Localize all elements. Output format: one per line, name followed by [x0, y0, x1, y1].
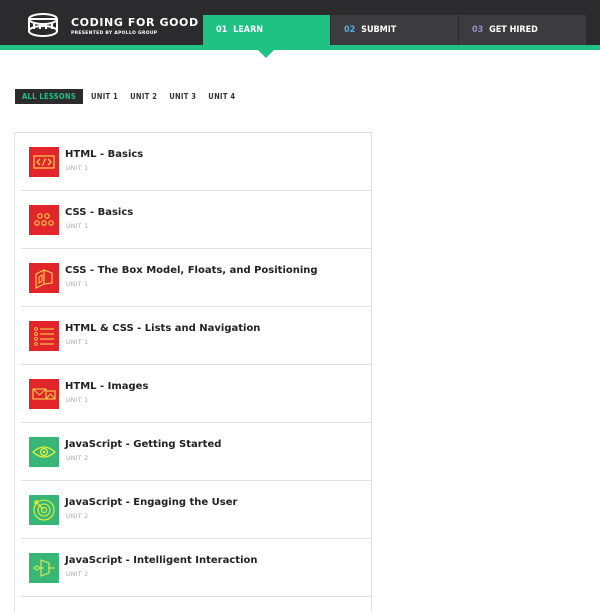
- lesson-item[interactable]: JavaScript - Intelligent Interaction UNI…: [21, 539, 371, 597]
- lesson-item[interactable]: JavaScript - Getting Started UNIT 2: [21, 423, 371, 481]
- filter-unit-2[interactable]: UNIT 2: [124, 89, 163, 104]
- lesson-title: HTML - Basics: [65, 149, 144, 160]
- filter-all-lessons[interactable]: ALL LESSONS: [15, 89, 84, 104]
- lesson-unit: UNIT 1: [66, 223, 89, 230]
- unit-filter-bar: ALL LESSONS UNIT 1 UNIT 2 UNIT 3 UNIT 4: [15, 89, 241, 104]
- interaction-icon: [33, 559, 55, 577]
- lesson-item[interactable]: JavaScript - Engaging the User UNIT 2: [21, 481, 371, 539]
- lesson-badge: [29, 495, 59, 525]
- lesson-list: HTML - Basics UNIT 1 CSS - Basics UNIT 1…: [14, 132, 372, 612]
- lesson-item[interactable]: HTML - Basics UNIT 1: [21, 133, 371, 191]
- list-icon: [34, 327, 54, 346]
- tab-submit-number: 02: [344, 25, 356, 35]
- box-model-icon: [35, 269, 53, 289]
- target-icon: [33, 499, 55, 521]
- lesson-badge: [29, 437, 59, 467]
- tab-submit-label: SUBMIT: [361, 25, 397, 35]
- lesson-badge: [29, 205, 59, 235]
- lesson-title: JavaScript - Getting Started: [65, 439, 222, 450]
- tab-get-hired-label: GET HIRED: [489, 25, 538, 35]
- tab-submit[interactable]: 02 SUBMIT: [331, 15, 458, 45]
- circles-icon: [34, 213, 54, 226]
- lesson-title: JavaScript - Engaging the User: [65, 497, 238, 508]
- lesson-title: HTML - Images: [65, 381, 149, 392]
- tab-learn-label: LEARN: [233, 25, 264, 35]
- lesson-unit: UNIT 1: [66, 281, 89, 288]
- lesson-badge: [29, 553, 59, 583]
- lesson-badge: [29, 321, 59, 351]
- lesson-item[interactable]: CSS - Basics UNIT 1: [21, 191, 371, 249]
- code-icon: [33, 155, 55, 169]
- lesson-title: HTML & CSS - Lists and Navigation: [65, 323, 261, 334]
- brand-subtitle: PRESENTED BY APOLLO GROUP: [71, 31, 158, 36]
- lesson-item[interactable]: HTML & CSS - Lists and Navigation UNIT 1: [21, 307, 371, 365]
- tab-get-hired[interactable]: 03 GET HIRED: [459, 15, 586, 45]
- image-icon: [32, 388, 56, 400]
- tab-learn[interactable]: 01 LEARN: [203, 15, 330, 45]
- lesson-unit: UNIT 2: [66, 455, 89, 462]
- tab-learn-number: 01: [216, 25, 228, 35]
- top-header: CODING FOR GOOD PRESENTED BY APOLLO GROU…: [0, 0, 600, 45]
- logo-icon[interactable]: [27, 13, 59, 38]
- lesson-title: CSS - Basics: [65, 207, 134, 218]
- header-accent-stripe: [0, 45, 600, 50]
- lesson-unit: UNIT 2: [66, 571, 89, 578]
- lesson-badge: [29, 147, 59, 177]
- lesson-badge: [29, 379, 59, 409]
- lesson-unit: UNIT 1: [66, 339, 89, 346]
- filter-unit-1[interactable]: UNIT 1: [85, 89, 124, 104]
- lesson-unit: UNIT 2: [66, 513, 89, 520]
- lesson-title: CSS - The Box Model, Floats, and Positio…: [65, 265, 318, 276]
- filter-unit-3[interactable]: UNIT 3: [163, 89, 202, 104]
- active-tab-pointer: [258, 50, 274, 58]
- lesson-item[interactable]: HTML - Images UNIT 1: [21, 365, 371, 423]
- eye-icon: [32, 446, 56, 458]
- lesson-unit: UNIT 1: [66, 397, 89, 404]
- tab-get-hired-number: 03: [472, 25, 484, 35]
- lesson-badge: [29, 263, 59, 293]
- lesson-title: JavaScript - Intelligent Interaction: [65, 555, 258, 566]
- brand-title[interactable]: CODING FOR GOOD: [71, 16, 199, 29]
- filter-unit-4[interactable]: UNIT 4: [202, 89, 241, 104]
- lesson-item[interactable]: CSS - The Box Model, Floats, and Positio…: [21, 249, 371, 307]
- lesson-unit: UNIT 1: [66, 165, 89, 172]
